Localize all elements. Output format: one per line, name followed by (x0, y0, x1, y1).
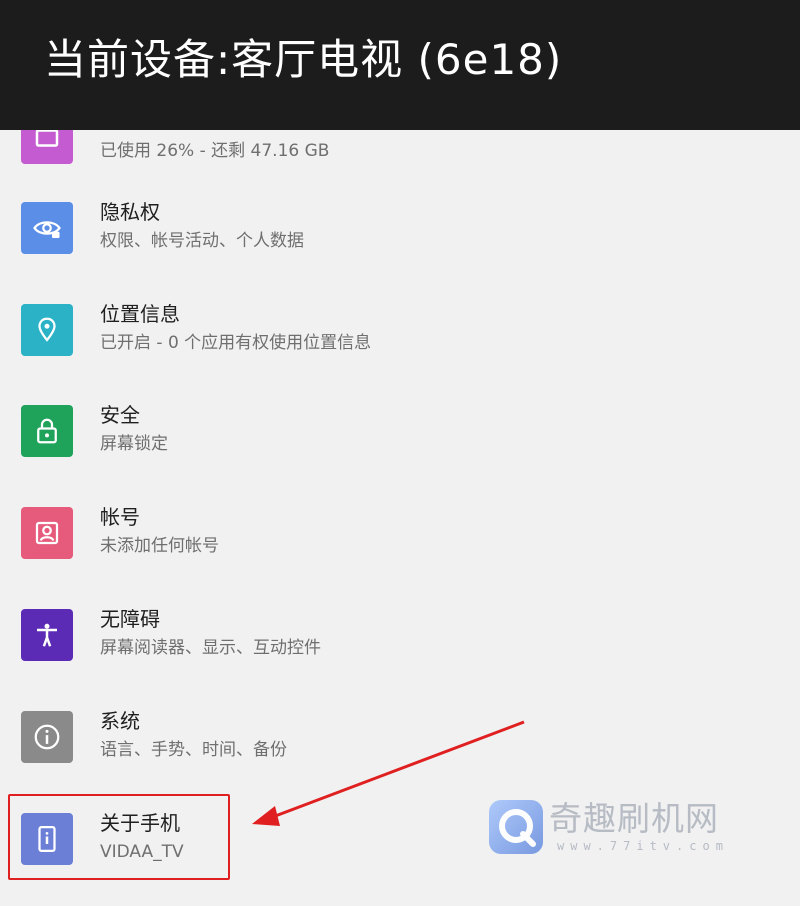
settings-item-title: 位置信息 (100, 302, 180, 326)
settings-item-title: 无障碍 (100, 607, 160, 631)
info-icon (21, 711, 73, 763)
settings-item-accessibility[interactable]: 无障碍 屏幕阅读器、显示、互动控件 (0, 583, 800, 683)
settings-item-subtitle: 已使用 26% - 还剩 47.16 GB (100, 141, 330, 161)
page-title: 当前设备:客厅电视 (6e18) (44, 35, 563, 84)
settings-item-title: 系统 (100, 709, 140, 733)
settings-list: 已使用 26% - 还剩 47.16 GB 隐私权 权限、帐号活动、个人数据 位… (0, 0, 800, 906)
settings-item-subtitle: 权限、帐号活动、个人数据 (100, 231, 304, 251)
settings-item-account[interactable]: 帐号 未添加任何帐号 (0, 481, 800, 581)
location-pin-icon (21, 304, 73, 356)
settings-item-subtitle: 已开启 - 0 个应用有权使用位置信息 (100, 333, 372, 353)
settings-item-subtitle: 未添加任何帐号 (100, 536, 219, 556)
settings-item-subtitle: 语言、手势、时间、备份 (100, 740, 287, 760)
settings-item-title: 隐私权 (100, 200, 160, 224)
settings-item-location[interactable]: 位置信息 已开启 - 0 个应用有权使用位置信息 (0, 278, 800, 378)
settings-item-privacy[interactable]: 隐私权 权限、帐号活动、个人数据 (0, 176, 800, 276)
lock-icon (21, 405, 73, 457)
privacy-eye-icon (21, 202, 73, 254)
watermark-url: www.77itv.com (557, 839, 729, 853)
accessibility-icon (21, 609, 73, 661)
watermark-logo-icon (489, 800, 543, 854)
watermark-text: 奇趣刷机网 (549, 799, 719, 838)
watermark: 奇趣刷机网 www.77itv.com (487, 798, 747, 860)
settings-item-security[interactable]: 安全 屏幕锁定 (0, 379, 800, 479)
account-icon (21, 507, 73, 559)
settings-item-subtitle: 屏幕锁定 (100, 434, 168, 454)
settings-item-system[interactable]: 系统 语言、手势、时间、备份 (0, 685, 800, 785)
settings-item-subtitle: 屏幕阅读器、显示、互动控件 (100, 638, 321, 658)
settings-item-title: 帐号 (100, 505, 140, 529)
settings-item-title: 安全 (100, 403, 140, 427)
header-bar: 当前设备:客厅电视 (6e18) (0, 0, 800, 130)
highlight-box (8, 794, 230, 880)
